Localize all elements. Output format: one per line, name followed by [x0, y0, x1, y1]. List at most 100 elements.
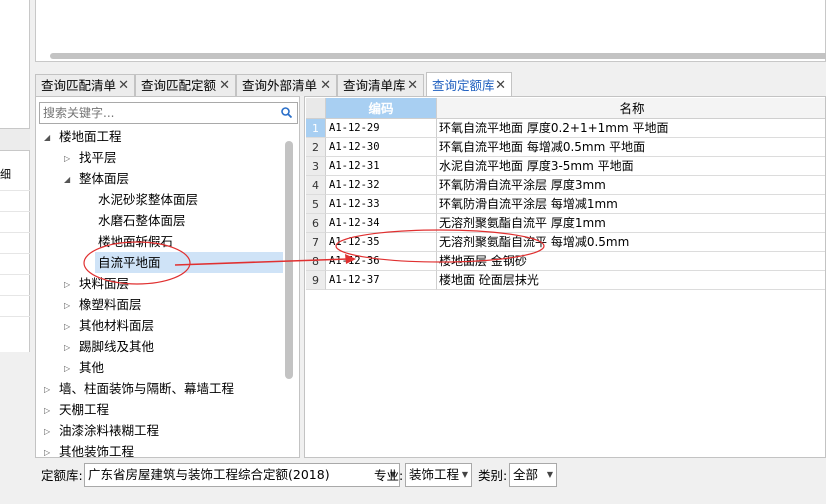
expanded-arrow-icon[interactable]: ◢ [64, 169, 70, 190]
quota-library-select[interactable]: 广东省房屋建筑与装饰工程综合定额(2018) ▼ [84, 463, 400, 487]
cell-name[interactable]: 环氧防滑自流平涂层 每增减1mm [437, 195, 825, 214]
tree-node-terrazzo[interactable]: 水磨石整体面层 [98, 210, 186, 231]
tree-node-label: 水泥砂浆整体面层 [98, 192, 199, 207]
tree-node-label: 水磨石整体面层 [98, 213, 186, 228]
cell-code[interactable]: A1-12-30 [326, 138, 437, 157]
cell-name[interactable]: 楼地面 砼面层抹光 [437, 271, 825, 290]
row-number[interactable]: 1 [306, 119, 326, 138]
row-number[interactable]: 6 [306, 214, 326, 233]
major-label: 专业: [374, 468, 404, 483]
collapsed-arrow-icon[interactable]: ▷ [44, 442, 50, 457]
cell-name[interactable]: 环氧防滑自流平涂层 厚度3mm [437, 176, 825, 195]
search-icon[interactable] [281, 107, 292, 118]
quota-tree-panel: ◢ 楼地面工程 ▷ 找平层 ◢ 整体面层 水泥砂浆整体面层 水磨石整体面层 楼地… [35, 96, 300, 458]
tab-external-list[interactable]: 查询外部清单 ✕ [236, 74, 337, 96]
tree-node-label: 墙、柱面装饰与隔断、幕墙工程 [59, 381, 235, 396]
row-number[interactable]: 7 [306, 233, 326, 252]
table-row[interactable]: 8 A1-12-36 楼地面层 金钢砂 [306, 252, 825, 271]
top-horizontal-scrollbar[interactable] [50, 53, 826, 59]
table-row[interactable]: 5 A1-12-33 环氧防滑自流平涂层 每增减1mm [306, 195, 825, 214]
collapsed-arrow-icon[interactable]: ▷ [64, 274, 70, 295]
search-box [39, 102, 298, 124]
cell-code[interactable]: A1-12-34 [326, 214, 437, 233]
chevron-down-icon[interactable]: ▼ [462, 464, 468, 486]
collapsed-arrow-icon[interactable]: ▷ [44, 421, 50, 442]
collapsed-arrow-icon[interactable]: ▷ [64, 316, 70, 337]
tree-node-label: 橡塑料面层 [79, 297, 142, 312]
row-number[interactable]: 5 [306, 195, 326, 214]
close-icon[interactable]: ✕ [407, 75, 418, 96]
tab-label: 查询定额库 [432, 78, 495, 93]
left-panel-cell: 细 [0, 168, 11, 181]
major-value: 装饰工程 [409, 467, 460, 482]
cell-name[interactable]: 无溶剂聚氨酯自流平 每增减0.5mm [437, 233, 825, 252]
collapsed-arrow-icon[interactable]: ▷ [44, 400, 50, 421]
left-side-panel: 细 [0, 0, 30, 352]
row-number[interactable]: 2 [306, 138, 326, 157]
quota-grid: 编码 名称 1 A1-12-29 环氧自流平地面 厚度0.2+1+1mm 平地面… [304, 96, 826, 458]
column-header-name[interactable]: 名称 [437, 98, 825, 119]
tree-node-label: 楼地面工程 [59, 129, 122, 144]
cell-name[interactable]: 水泥自流平地面 厚度3-5mm 平地面 [437, 157, 825, 176]
tree-node-granolithic[interactable]: 楼地面斩假石 [98, 231, 173, 252]
tree-node-label: 其他装饰工程 [59, 444, 135, 458]
row-number[interactable]: 4 [306, 176, 326, 195]
table-row[interactable]: 7 A1-12-35 无溶剂聚氨酯自流平 每增减0.5mm [306, 233, 825, 252]
quota-library-value: 广东省房屋建筑与装饰工程综合定额(2018) [88, 467, 330, 482]
cell-code[interactable]: A1-12-29 [326, 119, 437, 138]
tree-vertical-scrollbar[interactable] [285, 141, 293, 379]
left-panel-header [0, 128, 30, 151]
tab-label: 查询匹配定额 [141, 78, 217, 93]
tree-node-label: 其他 [79, 360, 105, 375]
row-number[interactable]: 3 [306, 157, 326, 176]
tab-match-list[interactable]: 查询匹配清单 ✕ [35, 74, 135, 96]
tree-node-label: 块料面层 [79, 276, 130, 291]
cell-code[interactable]: A1-12-36 [326, 252, 437, 271]
table-row[interactable]: 6 A1-12-34 无溶剂聚氨酯自流平 厚度1mm [306, 214, 825, 233]
expanded-arrow-icon[interactable]: ◢ [44, 127, 50, 148]
category-select[interactable]: 全部 ▼ [509, 463, 557, 487]
table-row[interactable]: 3 A1-12-31 水泥自流平地面 厚度3-5mm 平地面 [306, 157, 825, 176]
cell-name[interactable]: 无溶剂聚氨酯自流平 厚度1mm [437, 214, 825, 233]
collapsed-arrow-icon[interactable]: ▷ [64, 295, 70, 316]
collapsed-arrow-icon[interactable]: ▷ [44, 379, 50, 400]
close-icon[interactable]: ✕ [320, 75, 331, 96]
cell-code[interactable]: A1-12-31 [326, 157, 437, 176]
tree-node-label: 整体面层 [79, 171, 130, 186]
tree-node-self-leveling[interactable]: 自流平地面 [95, 252, 283, 273]
tab-match-quota[interactable]: 查询匹配定额 ✕ [135, 74, 236, 96]
cell-name[interactable]: 环氧自流平地面 厚度0.2+1+1mm 平地面 [437, 119, 825, 138]
close-icon[interactable]: ✕ [495, 73, 506, 98]
collapsed-arrow-icon[interactable]: ▷ [64, 358, 70, 379]
row-number[interactable]: 8 [306, 252, 326, 271]
table-row[interactable]: 2 A1-12-30 环氧自流平地面 每增减0.5mm 平地面 [306, 138, 825, 157]
cell-code[interactable]: A1-12-35 [326, 233, 437, 252]
tree-node-label: 楼地面斩假石 [98, 234, 174, 249]
tree-node-label: 踢脚线及其他 [79, 339, 155, 354]
major-select[interactable]: 装饰工程 ▼ [405, 463, 472, 487]
row-number[interactable]: 9 [306, 271, 326, 290]
cell-code[interactable]: A1-12-32 [326, 176, 437, 195]
tree-node-cement-mortar[interactable]: 水泥砂浆整体面层 [98, 189, 198, 210]
tree-node-label: 找平层 [79, 150, 117, 165]
tab-quota-library[interactable]: 查询定额库 ✕ [426, 72, 512, 97]
collapsed-arrow-icon[interactable]: ▷ [64, 148, 70, 169]
column-header-code[interactable]: 编码 [326, 98, 437, 119]
close-icon[interactable]: ✕ [118, 75, 129, 96]
cell-name[interactable]: 环氧自流平地面 每增减0.5mm 平地面 [437, 138, 825, 157]
category-label: 类别: [478, 468, 508, 483]
table-row[interactable]: 1 A1-12-29 环氧自流平地面 厚度0.2+1+1mm 平地面 [306, 119, 825, 138]
cell-name[interactable]: 楼地面层 金钢砂 [437, 252, 825, 271]
grid-corner-header[interactable] [306, 98, 326, 119]
close-icon[interactable]: ✕ [219, 75, 230, 96]
tree-node-label: 天棚工程 [59, 402, 110, 417]
tab-list-library[interactable]: 查询清单库 ✕ [337, 74, 424, 96]
tree-node-label: 油漆涂料裱糊工程 [59, 423, 160, 438]
table-row[interactable]: 9 A1-12-37 楼地面 砼面层抹光 [306, 271, 825, 290]
collapsed-arrow-icon[interactable]: ▷ [64, 337, 70, 358]
table-row[interactable]: 4 A1-12-32 环氧防滑自流平涂层 厚度3mm [306, 176, 825, 195]
chevron-down-icon[interactable]: ▼ [547, 464, 553, 486]
cell-code[interactable]: A1-12-33 [326, 195, 437, 214]
search-input[interactable] [40, 103, 273, 123]
cell-code[interactable]: A1-12-37 [326, 271, 437, 290]
